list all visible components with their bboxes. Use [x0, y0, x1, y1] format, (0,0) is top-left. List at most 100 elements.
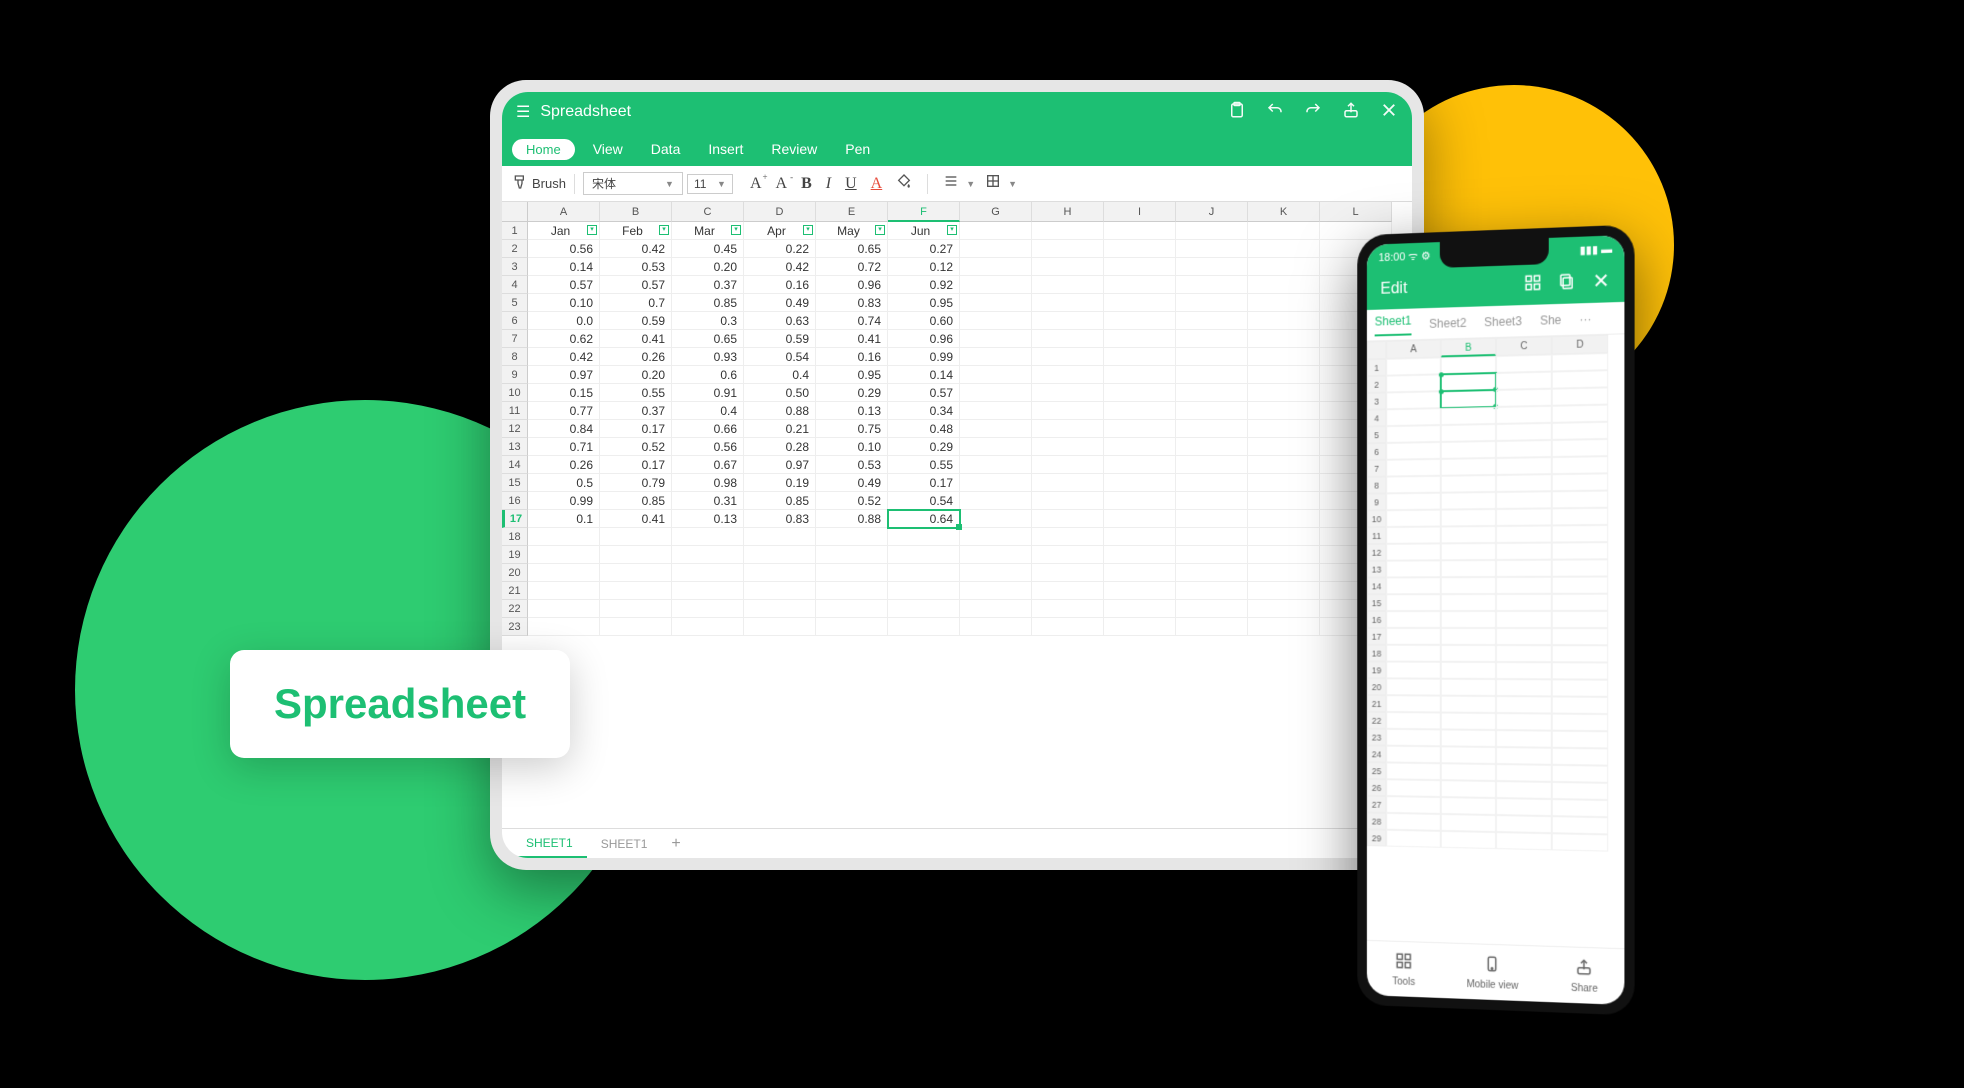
data-cell[interactable]	[1248, 384, 1320, 402]
phone-cell[interactable]	[1496, 491, 1552, 509]
data-cell[interactable]: 0.55	[600, 384, 672, 402]
row-header[interactable]: 9	[502, 366, 528, 384]
phone-cell[interactable]	[1441, 492, 1496, 510]
phone-cell[interactable]	[1552, 387, 1608, 405]
increase-font-icon[interactable]: A	[750, 175, 762, 193]
align-icon[interactable]	[943, 173, 959, 194]
phone-cell[interactable]	[1496, 560, 1552, 577]
data-cell[interactable]	[1176, 492, 1248, 510]
data-cell[interactable]: 0.95	[888, 294, 960, 312]
phone-cell[interactable]	[1441, 628, 1496, 645]
phone-cell[interactable]	[1552, 799, 1608, 817]
data-cell[interactable]	[1032, 348, 1104, 366]
data-cell[interactable]: 0.42	[744, 258, 816, 276]
phone-cell[interactable]	[1441, 729, 1496, 747]
phone-cell[interactable]	[1386, 560, 1441, 577]
font-selector[interactable]: 宋体▼	[583, 172, 683, 195]
data-cell[interactable]: 0.28	[744, 438, 816, 456]
phone-row-header[interactable]: 29	[1367, 829, 1386, 846]
phone-cell[interactable]	[1496, 440, 1552, 458]
data-cell[interactable]	[1104, 384, 1176, 402]
phone-cell[interactable]	[1552, 594, 1608, 611]
data-cell[interactable]: 0.67	[672, 456, 744, 474]
borders-icon[interactable]	[985, 173, 1001, 194]
phone-cell[interactable]	[1441, 560, 1496, 577]
col-header[interactable]: K	[1248, 202, 1320, 222]
data-cell[interactable]: Jun▾	[888, 222, 960, 240]
phone-cell[interactable]	[1496, 713, 1552, 731]
col-header[interactable]: H	[1032, 202, 1104, 222]
phone-cell[interactable]	[1496, 423, 1552, 441]
phone-cell[interactable]	[1496, 679, 1552, 696]
close-icon[interactable]	[1380, 101, 1398, 124]
phone-row-header[interactable]: 23	[1367, 729, 1386, 746]
data-cell[interactable]	[1176, 348, 1248, 366]
filter-icon[interactable]: ▾	[947, 225, 957, 235]
underline-button[interactable]: U	[845, 175, 857, 193]
phone-row-header[interactable]: 16	[1367, 611, 1386, 628]
row-header[interactable]: 10	[502, 384, 528, 402]
data-cell[interactable]	[1248, 438, 1320, 456]
phone-row-header[interactable]: 26	[1367, 779, 1386, 796]
data-cell[interactable]	[960, 348, 1032, 366]
row-header[interactable]: 12	[502, 420, 528, 438]
row-header[interactable]: 5	[502, 294, 528, 312]
col-header[interactable]: E	[816, 202, 888, 222]
phone-row-header[interactable]: 27	[1367, 796, 1386, 813]
row-header[interactable]: 13	[502, 438, 528, 456]
phone-row-header[interactable]: 1	[1367, 359, 1386, 376]
data-cell[interactable]	[1104, 456, 1176, 474]
data-cell[interactable]	[1104, 258, 1176, 276]
col-header[interactable]: D	[744, 202, 816, 222]
data-cell[interactable]: Jan▾	[528, 222, 600, 240]
data-cell[interactable]	[1176, 474, 1248, 492]
phone-row-header[interactable]: 20	[1367, 678, 1386, 695]
col-header[interactable]: A	[528, 202, 600, 222]
data-cell[interactable]: 0.53	[600, 258, 672, 276]
data-cell[interactable]	[1176, 366, 1248, 384]
phone-cell[interactable]	[1441, 611, 1496, 628]
phone-cell[interactable]	[1496, 815, 1552, 833]
data-cell[interactable]: 0.12	[888, 258, 960, 276]
data-cell[interactable]: 0.83	[744, 510, 816, 528]
data-cell[interactable]: 0.99	[888, 348, 960, 366]
data-cell[interactable]: 0.72	[816, 258, 888, 276]
data-cell[interactable]	[1104, 438, 1176, 456]
data-cell[interactable]	[1032, 366, 1104, 384]
data-cell[interactable]	[1176, 384, 1248, 402]
data-cell[interactable]: 0.29	[816, 384, 888, 402]
filter-icon[interactable]: ▾	[875, 225, 885, 235]
phone-cell[interactable]	[1441, 390, 1496, 408]
data-cell[interactable]: 0.42	[528, 348, 600, 366]
phone-cell[interactable]	[1386, 577, 1441, 594]
phone-cell[interactable]	[1552, 645, 1608, 662]
phone-cell[interactable]	[1386, 442, 1441, 460]
row-header[interactable]: 3	[502, 258, 528, 276]
phone-cell[interactable]	[1441, 662, 1496, 679]
data-cell[interactable]: 0.57	[600, 276, 672, 294]
data-cell[interactable]	[1248, 330, 1320, 348]
phone-cell[interactable]	[1552, 816, 1608, 834]
phone-cell[interactable]	[1441, 407, 1496, 425]
data-cell[interactable]: 0.96	[888, 330, 960, 348]
filter-icon[interactable]: ▾	[659, 225, 669, 235]
data-cell[interactable]	[1032, 474, 1104, 492]
phone-cell[interactable]	[1552, 679, 1608, 697]
data-cell[interactable]: 0.6	[672, 366, 744, 384]
phone-cell[interactable]	[1552, 439, 1608, 457]
tab-view[interactable]: View	[593, 141, 623, 157]
data-cell[interactable]: 0.88	[744, 402, 816, 420]
phone-cell[interactable]	[1441, 746, 1496, 764]
phone-cell[interactable]	[1386, 493, 1441, 511]
phone-cell[interactable]	[1441, 831, 1496, 849]
phone-close-icon[interactable]	[1592, 270, 1610, 294]
data-cell[interactable]: 0.93	[672, 348, 744, 366]
data-cell[interactable]	[960, 276, 1032, 294]
phone-cell[interactable]	[1441, 373, 1496, 391]
phone-cell[interactable]	[1496, 798, 1552, 816]
data-cell[interactable]: 0.3	[672, 312, 744, 330]
data-cell[interactable]	[1104, 492, 1176, 510]
tab-insert[interactable]: Insert	[708, 141, 743, 157]
col-header[interactable]: J	[1176, 202, 1248, 222]
row-header[interactable]: 1	[502, 222, 528, 240]
